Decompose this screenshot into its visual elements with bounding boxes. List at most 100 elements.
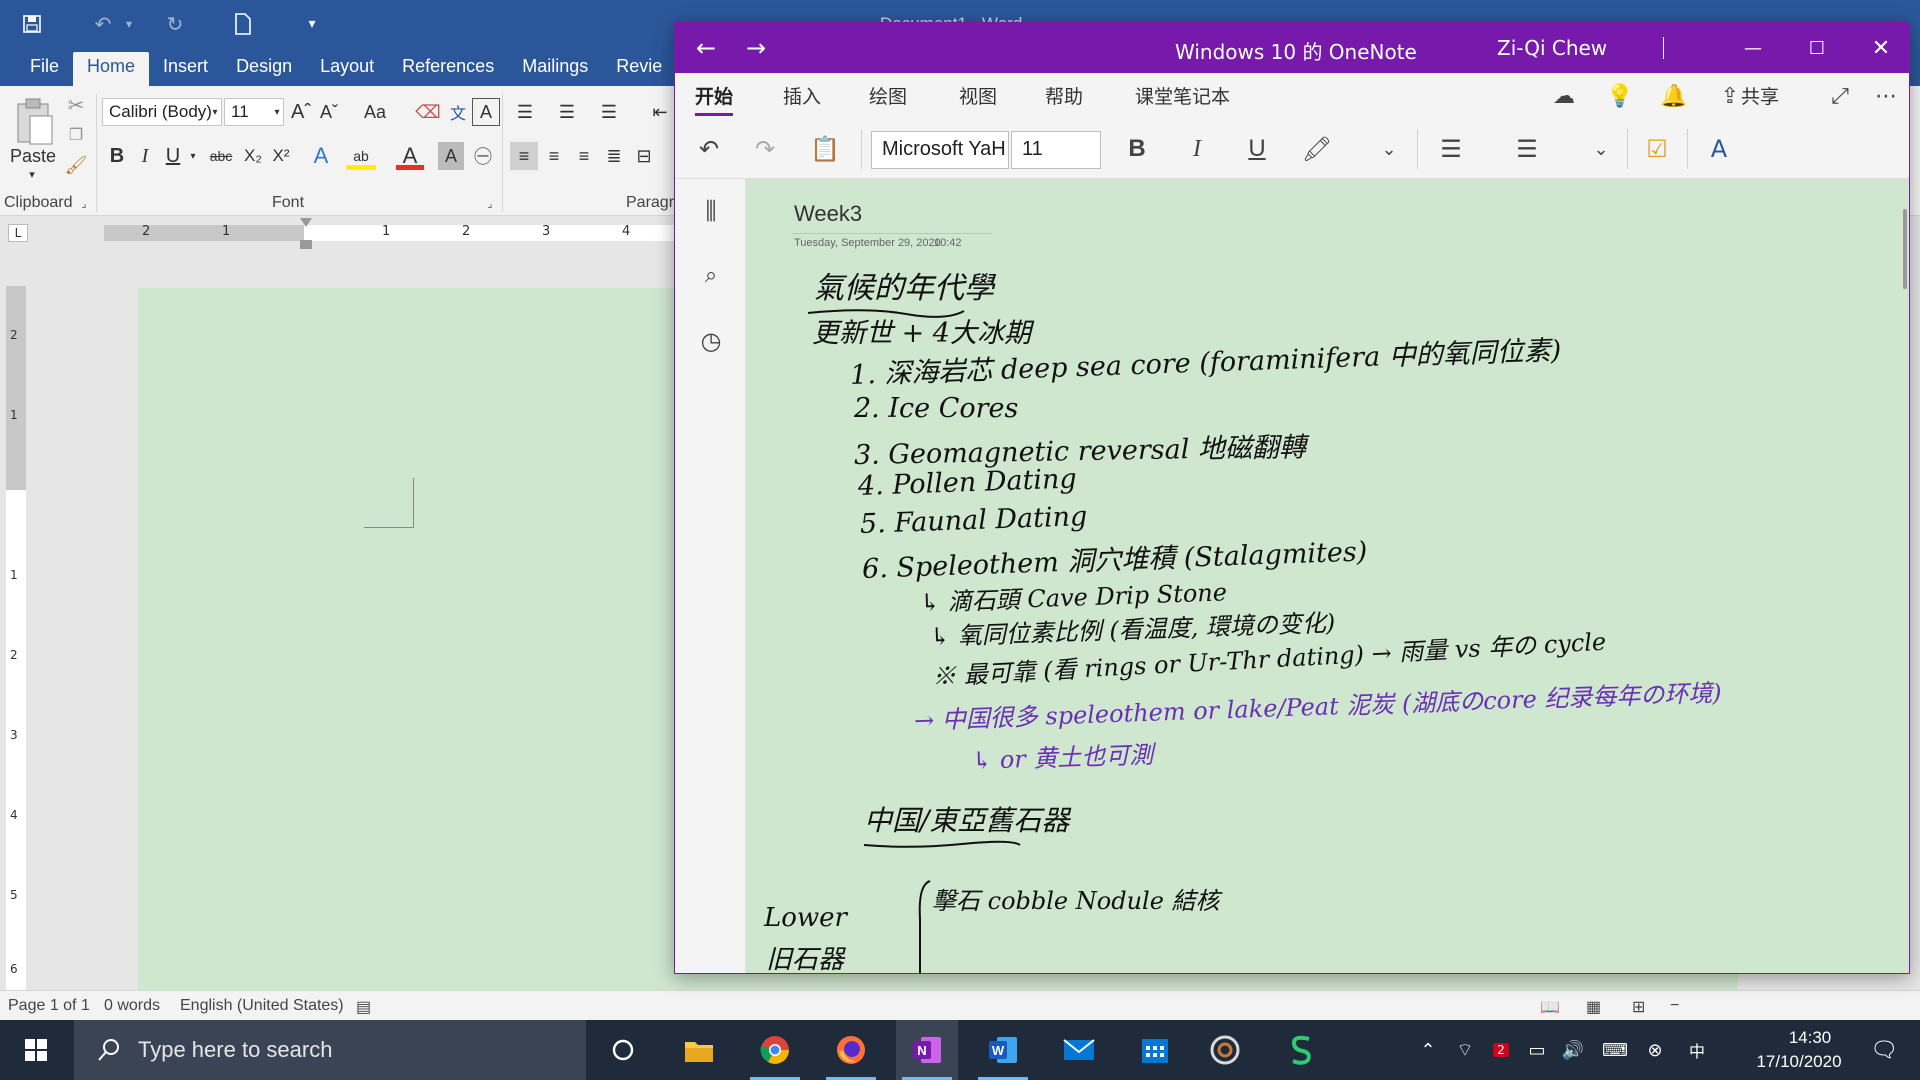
print-layout-icon[interactable]: ▦	[1586, 997, 1601, 1017]
ime-indicator[interactable]: 中	[1682, 1038, 1712, 1062]
zoom-out-icon[interactable]: −	[1670, 997, 1679, 1015]
list-more-chevron-icon[interactable]: ⌄	[1581, 129, 1621, 169]
recent-notes-icon[interactable]: ◷	[689, 319, 733, 363]
align-center-icon[interactable]: ≡	[540, 142, 568, 170]
undo-dropdown-icon[interactable]: ▾	[122, 10, 136, 38]
phonetic-guide-icon[interactable]: 文	[444, 98, 472, 126]
new-document-icon[interactable]	[228, 10, 258, 38]
format-more-chevron-icon[interactable]: ⌄	[1369, 129, 1409, 169]
copy-icon[interactable]: ❐	[62, 122, 90, 148]
share-button[interactable]: 共享	[1741, 82, 1779, 109]
page-title[interactable]: Week3	[794, 201, 862, 227]
left-indent-marker[interactable]	[300, 240, 312, 249]
clipboard-launcher-icon[interactable]: ⌟	[78, 198, 90, 210]
show-hidden-icons-chevron[interactable]: ⌃	[1416, 1038, 1440, 1062]
tab-file[interactable]: File	[16, 52, 73, 86]
save-icon[interactable]	[18, 10, 46, 38]
character-border-icon[interactable]: A	[472, 98, 500, 126]
bullets-icon[interactable]: ☰	[510, 98, 540, 126]
font-name-dropdown-icon[interactable]: ▾	[208, 100, 222, 124]
close-icon[interactable]: ✕	[1855, 23, 1907, 73]
superscript-button[interactable]: X²	[268, 142, 294, 170]
language-status[interactable]: English (United States)	[180, 997, 344, 1015]
maximize-icon[interactable]: ☐	[1791, 23, 1843, 73]
clear-formatting-icon[interactable]: ⌫	[414, 98, 442, 126]
font-name-box[interactable]: Microsoft YaH	[871, 131, 1009, 169]
redo-icon[interactable]: ↷	[745, 129, 785, 169]
format-painter-icon[interactable]: 🖌	[62, 152, 90, 178]
page-count[interactable]: Page 1 of 1	[8, 997, 90, 1015]
onenote-taskbar-icon[interactable]: N	[896, 1020, 958, 1080]
notification-badge-icon[interactable]: 2	[1488, 1038, 1514, 1062]
multilevel-list-icon[interactable]: ☰	[594, 98, 624, 126]
battery-icon[interactable]: ▭	[1524, 1038, 1550, 1062]
word-count[interactable]: 0 words	[104, 997, 160, 1015]
tab-home[interactable]: 开始	[695, 82, 733, 109]
sync-status-icon[interactable]: ☁	[1547, 79, 1581, 113]
notebooks-icon[interactable]: ⫼	[689, 189, 733, 233]
wifi-icon[interactable]: ⌔	[1452, 1038, 1478, 1062]
no-connection-icon[interactable]: ⊗	[1642, 1038, 1668, 1062]
clipboard-icon[interactable]: 📋	[805, 129, 845, 169]
subscript-button[interactable]: X₂	[240, 142, 266, 170]
back-arrow-icon[interactable]: ←	[681, 23, 731, 73]
underline-button[interactable]: U	[160, 142, 186, 170]
character-shading-icon[interactable]: A	[438, 142, 464, 170]
text-effects-icon[interactable]: A	[306, 142, 336, 170]
app-s-icon[interactable]	[1270, 1020, 1332, 1080]
grow-font-button[interactable]: Aˆ	[288, 98, 314, 126]
bold-icon[interactable]: B	[1117, 129, 1157, 169]
paste-icon[interactable]	[12, 94, 58, 148]
expand-icon[interactable]: ⤢	[1823, 79, 1857, 113]
paste-button[interactable]: Paste	[8, 144, 58, 168]
start-button[interactable]	[0, 1020, 72, 1080]
underline-dropdown-icon[interactable]: ▾	[186, 142, 200, 170]
tab-design[interactable]: Design	[222, 52, 306, 86]
font-size-dropdown-icon[interactable]: ▾	[270, 100, 284, 124]
tab-help[interactable]: 帮助	[1045, 82, 1083, 109]
enclose-characters-icon[interactable]: ㊀	[470, 142, 496, 170]
user-name[interactable]: Zi-Qi Chew	[1497, 36, 1607, 60]
action-center-icon[interactable]: 🗨	[1864, 1038, 1904, 1063]
taskbar-search-box[interactable]: Type here to search	[74, 1020, 586, 1080]
bold-button[interactable]: B	[104, 142, 130, 170]
bullet-list-icon[interactable]: ☰	[1431, 129, 1471, 169]
chrome-icon[interactable]	[744, 1020, 806, 1080]
track-changes-icon[interactable]: ▤	[356, 997, 371, 1017]
tab-selector-icon[interactable]: L	[8, 224, 28, 242]
customize-qat-icon[interactable]: ▾	[300, 10, 324, 38]
mail-icon[interactable]	[1048, 1020, 1110, 1080]
styles-icon[interactable]: A	[1699, 129, 1739, 169]
clock-time[interactable]: 14:30	[1762, 1028, 1858, 1048]
tab-draw[interactable]: 绘图	[869, 82, 907, 109]
web-layout-icon[interactable]: ⊞	[1632, 997, 1645, 1017]
undo-icon[interactable]: ↶	[689, 129, 729, 169]
font-name-box[interactable]: Calibri (Body)	[102, 98, 222, 126]
keyboard-icon[interactable]: ⌨	[1600, 1038, 1630, 1062]
align-left-icon[interactable]: ≡	[510, 142, 538, 170]
font-color-icon[interactable]: A	[396, 142, 424, 170]
change-case-button[interactable]: Aa	[356, 98, 394, 126]
search-icon[interactable]: ⌕	[689, 253, 733, 297]
paste-dropdown-icon[interactable]: ▾	[22, 166, 42, 182]
first-line-indent-marker[interactable]	[300, 218, 312, 227]
tab-references[interactable]: References	[388, 52, 508, 86]
volume-icon[interactable]: 🔊	[1560, 1038, 1586, 1062]
tab-layout[interactable]: Layout	[306, 52, 388, 86]
tab-insert[interactable]: Insert	[149, 52, 222, 86]
tab-mailings[interactable]: Mailings	[508, 52, 602, 86]
firefox-icon[interactable]	[820, 1020, 882, 1080]
undo-icon[interactable]: ↶	[88, 10, 118, 38]
word-taskbar-icon[interactable]: W	[972, 1020, 1034, 1080]
tab-insert[interactable]: 插入	[783, 82, 821, 109]
distributed-icon[interactable]: ⊟	[630, 142, 658, 170]
cut-icon[interactable]: ✂	[62, 92, 90, 118]
tab-view[interactable]: 视图	[959, 82, 997, 109]
italic-icon[interactable]: I	[1177, 129, 1217, 169]
notification-bell-icon[interactable]: 🔔	[1657, 79, 1691, 113]
tab-review[interactable]: Revie	[602, 52, 676, 86]
minimize-icon[interactable]: —	[1727, 23, 1779, 73]
font-launcher-icon[interactable]: ⌟	[484, 198, 496, 210]
highlighter-icon[interactable]: 🖍	[1297, 129, 1337, 169]
underline-icon[interactable]: U	[1237, 129, 1277, 169]
